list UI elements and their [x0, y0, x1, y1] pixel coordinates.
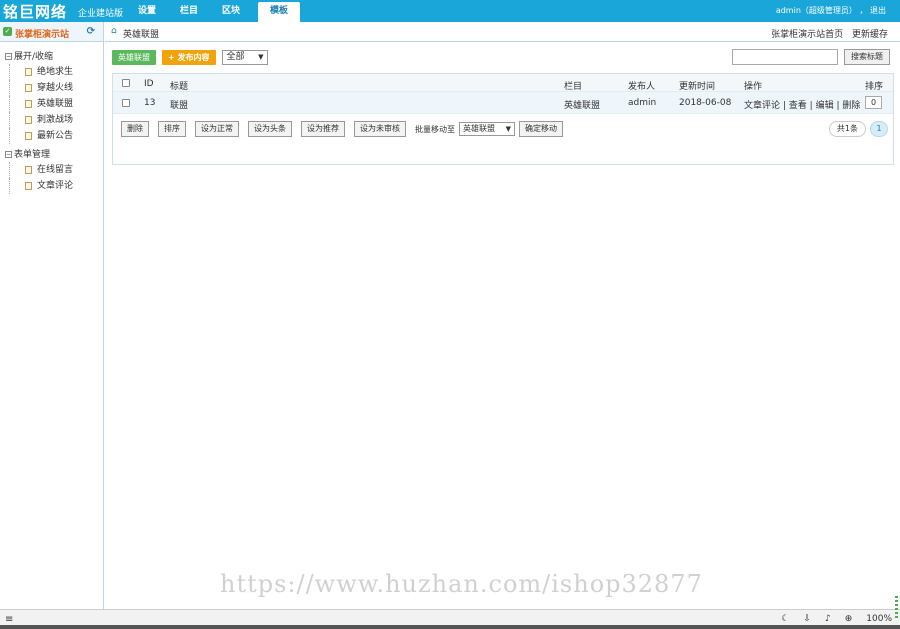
- search-input[interactable]: [732, 49, 838, 65]
- night-mode-icon[interactable]: ☾: [781, 614, 789, 624]
- sidebar-item-battlefield[interactable]: 刺激战场: [9, 112, 103, 128]
- nav-templates[interactable]: 模板: [258, 2, 300, 22]
- row-column: 英雄联盟: [564, 101, 601, 111]
- sidebar-item-announcements[interactable]: 最新公告: [9, 128, 103, 144]
- bulk-actions: 删除 排序 设为正常 设为头条 设为推荐 设为未审核 批量移动至 英雄联盟 ▼ 确…: [121, 121, 572, 137]
- op-comments-link[interactable]: 文章评论: [744, 101, 780, 111]
- op-edit-link[interactable]: 编辑: [816, 101, 834, 111]
- dropdown-arrow-icon: ▼: [505, 125, 511, 133]
- volume-icon[interactable]: ♪: [825, 614, 831, 624]
- header-updated: 更新时间: [679, 82, 716, 92]
- op-delete-link[interactable]: 删除: [842, 101, 860, 111]
- document-icon: [25, 181, 32, 190]
- row-title[interactable]: 联盟: [170, 98, 188, 111]
- collapse-icon: −: [5, 53, 12, 60]
- document-icon: [25, 165, 32, 174]
- nav-blocks[interactable]: 区块: [210, 2, 252, 22]
- document-icon: [25, 99, 32, 108]
- header-id: ID: [144, 79, 154, 89]
- tree-group-content: − 展开/收缩 绝地求生 穿越火线 英雄联盟 刺激战场 最新公告: [0, 50, 103, 144]
- zoom-icon[interactable]: ⊕: [845, 614, 853, 624]
- row-checkbox[interactable]: [122, 99, 130, 107]
- download-icon[interactable]: ⇩: [803, 614, 811, 624]
- set-normal-button[interactable]: 设为正常: [195, 121, 239, 137]
- confirm-move-button[interactable]: 确定移动: [519, 121, 563, 137]
- nav-tree: − 展开/收缩 绝地求生 穿越火线 英雄联盟 刺激战场 最新公告 − 表单管理 在线…: [0, 42, 103, 194]
- document-icon: [25, 83, 32, 92]
- batch-move-select[interactable]: 英雄联盟 ▼: [459, 122, 515, 136]
- menu-icon[interactable]: ≡: [5, 614, 13, 625]
- select-all-checkbox[interactable]: [122, 79, 130, 87]
- content-table: ID 标题 栏目 发布人 更新时间 操作 排序 13 联盟 英雄联盟 admin…: [112, 73, 894, 165]
- refresh-icon[interactable]: ⟳: [87, 26, 95, 37]
- header-author: 发布人: [628, 82, 656, 92]
- row-author: admin: [628, 98, 657, 108]
- site-home-link[interactable]: 张掌柜演示站首页: [771, 30, 843, 40]
- set-recommend-button[interactable]: 设为推荐: [301, 121, 345, 137]
- site-header: ✓ 张掌柜演示站 ⟳: [0, 22, 103, 42]
- header-column: 栏目: [564, 82, 583, 92]
- nav-settings[interactable]: 设置: [126, 2, 168, 22]
- site-name[interactable]: 张掌柜演示站: [15, 27, 69, 40]
- filter-select[interactable]: 全部 ▼: [221, 49, 268, 65]
- logout-link[interactable]: 退出: [870, 6, 886, 15]
- signal-indicator: [895, 596, 898, 620]
- nav-columns[interactable]: 栏目: [168, 2, 210, 22]
- set-headline-button[interactable]: 设为头条: [248, 121, 292, 137]
- watermark: https://www.huzhan.com/ishop32877: [220, 570, 703, 598]
- op-view-link[interactable]: 查看: [789, 101, 807, 111]
- header-ops: 操作: [744, 82, 763, 92]
- edition-label: 企业建站版: [78, 9, 124, 19]
- sidebar-item-crossfire[interactable]: 穿越火线: [9, 80, 103, 96]
- row-ops: 文章评论 | 查看 | 编辑 | 删除: [744, 101, 861, 111]
- taskbar-strip: [0, 625, 900, 629]
- header-title: 标题: [170, 82, 189, 92]
- row-updated: 2018-06-08: [679, 98, 732, 108]
- sidebar: ✓ 张掌柜演示站 ⟳ − 展开/收缩 绝地求生 穿越火线 英雄联盟 刺激战场 最新…: [0, 22, 104, 609]
- main-nav: 设置 栏目 区块 模板: [126, 2, 300, 22]
- batch-move-label: 批量移动至: [415, 124, 455, 134]
- row-sort-input[interactable]: 0: [865, 96, 882, 109]
- tree-group-forms: − 表单管理 在线留言 文章评论: [0, 148, 103, 194]
- zoom-level[interactable]: 100%: [866, 614, 892, 624]
- sort-button[interactable]: 排序: [158, 121, 186, 137]
- sidebar-item-lol[interactable]: 英雄联盟: [9, 96, 103, 112]
- publish-button[interactable]: + 发布内容: [162, 49, 216, 65]
- table-header: ID 标题 栏目 发布人 更新时间 操作 排序: [113, 74, 893, 92]
- header-sort: 排序: [865, 82, 884, 92]
- breadcrumb: ⌂ 英雄联盟 张掌柜演示站首页 更新缓存: [105, 22, 900, 42]
- document-icon: [25, 67, 32, 76]
- brand-logo: 铭巨网络: [3, 3, 68, 21]
- status-icons: ☾ ⇩ ♪ ⊕ 100%: [781, 614, 892, 624]
- sidebar-item-messages[interactable]: 在线留言: [9, 162, 103, 178]
- delete-button[interactable]: 删除: [121, 121, 149, 137]
- tree-toggle-forms[interactable]: − 表单管理: [0, 148, 103, 162]
- tree-toggle[interactable]: − 展开/收缩: [0, 50, 103, 64]
- row-id: 13: [144, 98, 156, 108]
- toolbar: 英雄联盟 + 发布内容 全部 ▼: [112, 49, 268, 65]
- check-icon: ✓: [3, 27, 12, 36]
- user-name: admin（超级管理员）: [775, 6, 857, 15]
- breadcrumb-current: 英雄联盟: [123, 30, 160, 40]
- pager-total: 共1条: [828, 121, 866, 137]
- update-cache-link[interactable]: 更新缓存: [852, 30, 888, 40]
- user-area: admin（超级管理员） ， 退出: [775, 6, 886, 15]
- breadcrumb-links: 张掌柜演示站首页 更新缓存: [765, 27, 888, 40]
- dropdown-arrow-icon: ▼: [258, 52, 264, 61]
- pager-page-1[interactable]: 1: [870, 121, 888, 137]
- table-row: 13 联盟 英雄联盟 admin 2018-06-08 文章评论 | 查看 | …: [113, 92, 893, 114]
- plus-icon: +: [168, 52, 178, 62]
- sidebar-item-comments[interactable]: 文章评论: [9, 178, 103, 194]
- home-icon: ⌂: [111, 26, 117, 36]
- main-panel: ⌂ 英雄联盟 张掌柜演示站首页 更新缓存 英雄联盟 + 发布内容 全部 ▼ 搜索标…: [105, 22, 900, 609]
- search-button[interactable]: 搜索标题: [844, 49, 890, 65]
- document-icon: [25, 131, 32, 140]
- sidebar-item-pubg[interactable]: 绝地求生: [9, 64, 103, 80]
- collapse-icon: −: [5, 151, 12, 158]
- document-icon: [25, 115, 32, 124]
- set-unreviewed-button[interactable]: 设为未审核: [354, 121, 406, 137]
- top-bar: 铭巨网络 企业建站版 设置 栏目 区块 模板 admin（超级管理员） ， 退出: [0, 0, 900, 22]
- category-button[interactable]: 英雄联盟: [112, 49, 156, 65]
- pagination: 共1条 1: [828, 121, 888, 137]
